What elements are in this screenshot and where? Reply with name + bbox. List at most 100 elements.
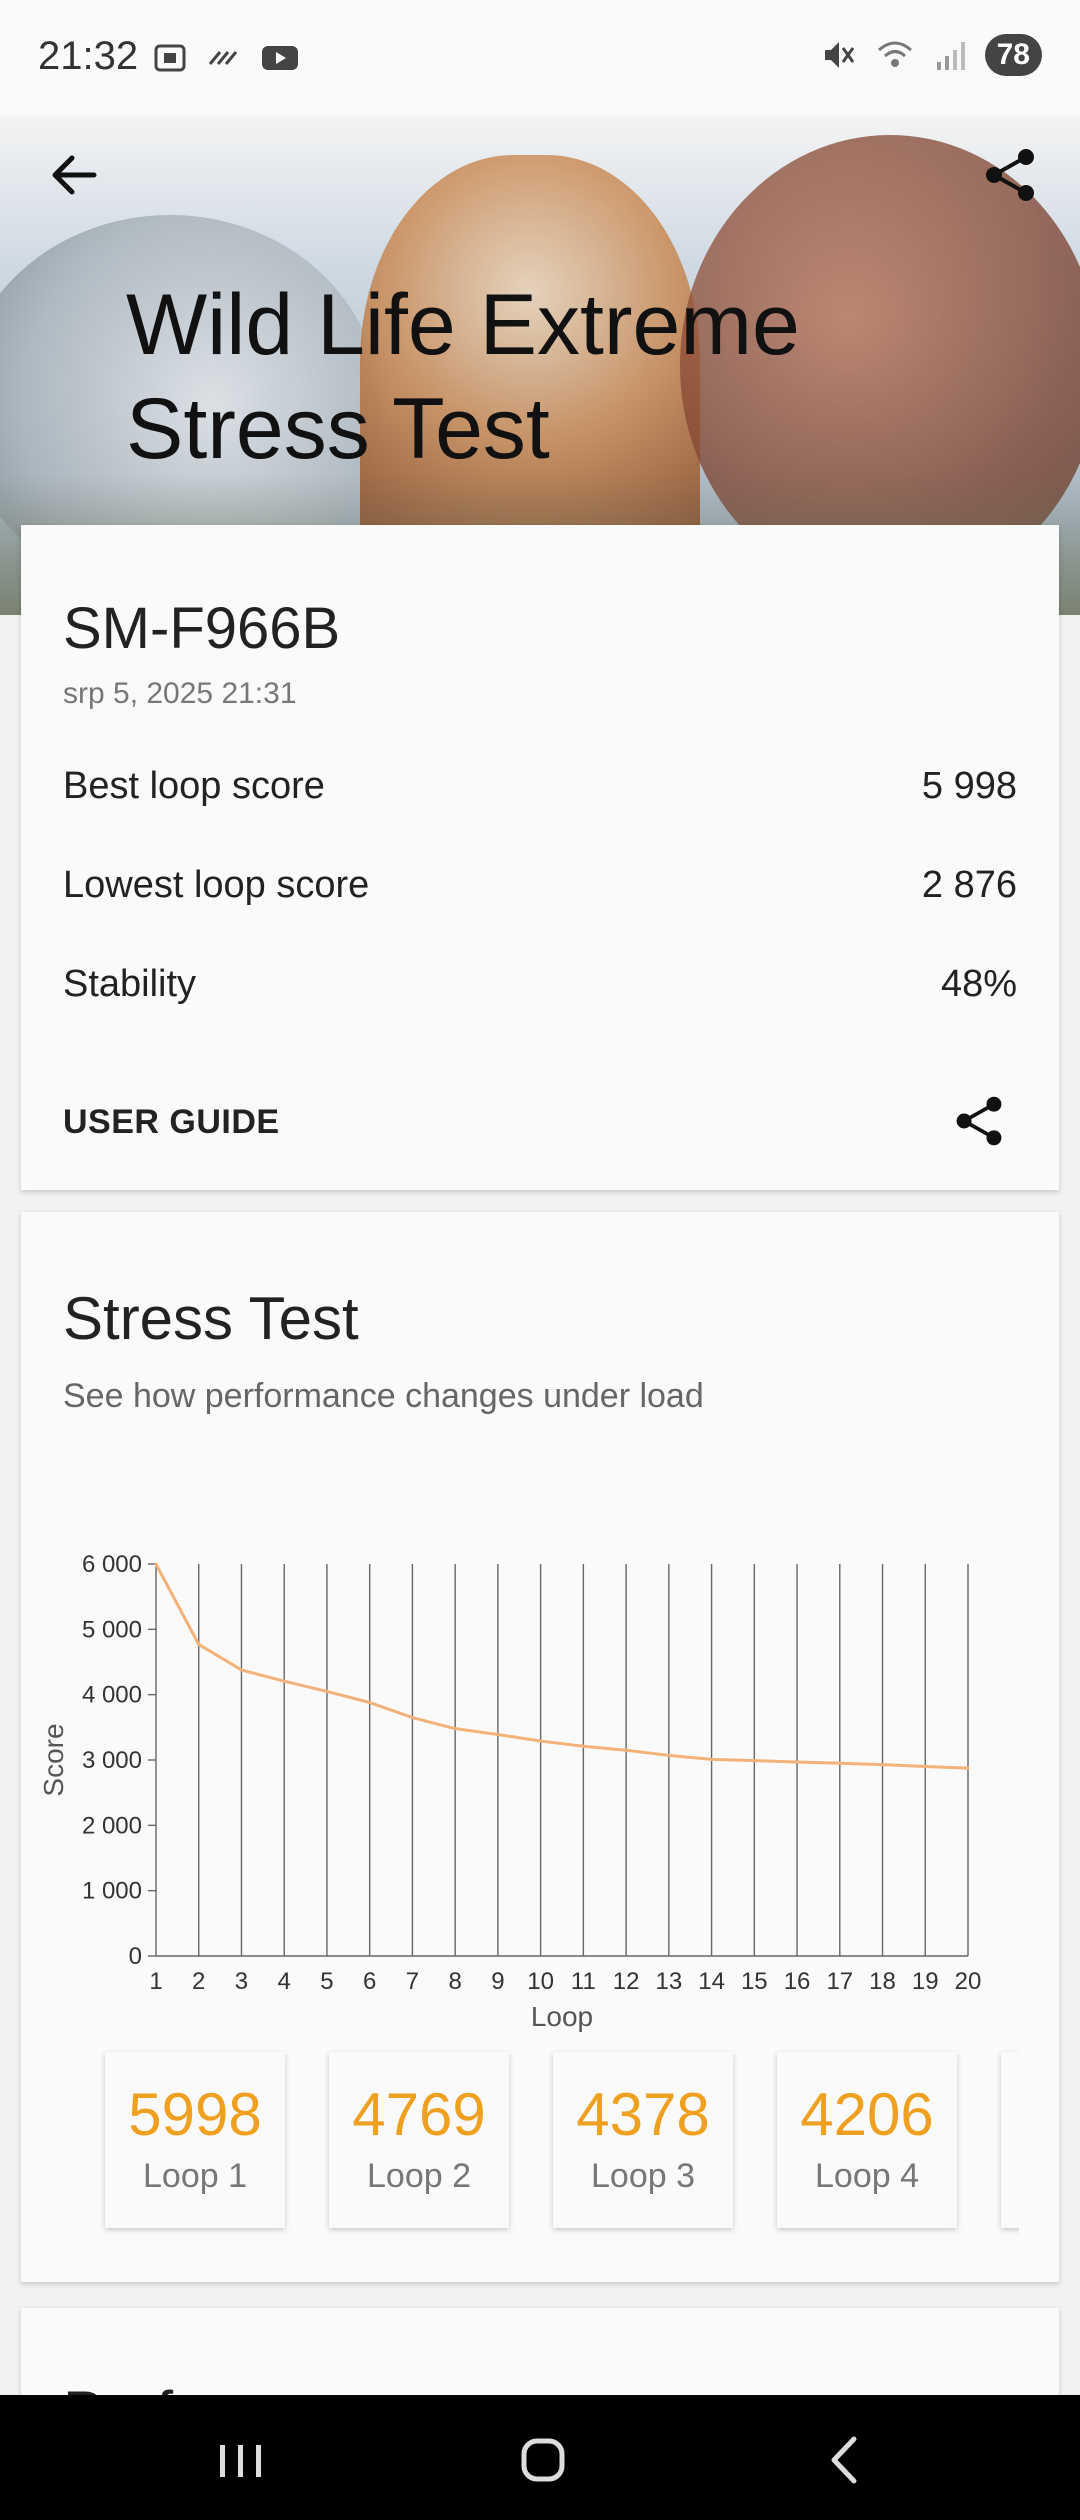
data-point [752, 1759, 756, 1763]
stress-test-subtitle: See how performance changes under load [63, 1377, 704, 1415]
loop-score-value: 4378 [576, 2081, 710, 2148]
share-icon[interactable] [980, 145, 1040, 205]
loop-score-card[interactable]: 4769 Loop 2 [329, 2052, 509, 2228]
loop-score-value: 4206 [800, 2081, 934, 2148]
y-tick-label: 0 [129, 1943, 142, 1970]
score-line [154, 1563, 969, 1770]
x-tick-label: 13 [655, 1968, 682, 1995]
x-tick-label: 9 [491, 1968, 504, 1995]
stability-row: Stability 48% [63, 963, 1017, 1006]
mute-icon [824, 42, 854, 68]
x-tick-label: 1 [149, 1968, 162, 1995]
loop-label: Loop 3 [591, 2157, 695, 2195]
y-tick-label: 6 000 [82, 1551, 142, 1578]
data-point [496, 1733, 500, 1737]
stress-test-card: Stress Test See how performance changes … [21, 1212, 1059, 2282]
data-point [154, 1562, 158, 1566]
status-system-icons: 78 [819, 34, 1042, 76]
result-summary-card: SM-F966B srp 5, 2025 21:31 Best loop sco… [21, 525, 1059, 1190]
best-loop-label: Best loop score [63, 765, 325, 807]
loop-score-card[interactable]: 4 [1001, 2052, 1019, 2228]
loop-score-value: 5998 [128, 2081, 262, 2148]
back-nav-icon[interactable] [810, 2425, 880, 2495]
loop-score-value: 4 [1001, 2080, 1019, 2149]
x-tick-label: 4 [278, 1968, 291, 1995]
data-point [881, 1763, 885, 1767]
stability-value: 48% [940, 963, 1017, 1005]
loop-label: Loop 4 [815, 2157, 919, 2195]
data-point [325, 1689, 329, 1693]
status-time: 21:32 [38, 34, 139, 78]
share-icon[interactable] [951, 1093, 1007, 1149]
loop-score-card[interactable]: 5998 Loop 1 [105, 2052, 285, 2228]
data-point [239, 1668, 243, 1672]
y-tick-label: 3 000 [82, 1747, 142, 1774]
data-point [453, 1727, 457, 1731]
x-tick-label: 17 [826, 1968, 853, 1995]
y-axis-label: Score [38, 1723, 69, 1796]
page-title: Wild Life Extreme Stress Test [126, 277, 800, 477]
data-point [710, 1757, 714, 1761]
data-point [667, 1753, 671, 1757]
x-tick-label: 10 [527, 1968, 554, 1995]
x-tick-label: 16 [784, 1968, 811, 1995]
best-loop-value: 5 998 [921, 765, 1017, 807]
loop-label: Loop 1 [143, 2157, 247, 2195]
data-point [966, 1766, 970, 1770]
data-point [282, 1679, 286, 1683]
x-tick-label: 14 [698, 1968, 725, 1995]
wifi-icon [877, 41, 912, 67]
x-axis-label: Loop [531, 2001, 593, 2032]
lowest-loop-value: 2 876 [921, 864, 1017, 906]
screenshot-icon [154, 44, 186, 72]
data-point [795, 1760, 799, 1764]
cell-signal-icon [936, 42, 965, 70]
x-tick-label: 18 [869, 1968, 896, 1995]
x-tick-label: 19 [912, 1968, 939, 1995]
data-point [624, 1748, 628, 1752]
x-tick-label: 12 [613, 1968, 640, 1995]
x-tick-label: 5 [320, 1968, 333, 1995]
data-point [368, 1701, 372, 1705]
lowest-loop-label: Lowest loop score [63, 864, 370, 906]
loop-score-card[interactable]: 4206 Loop 4 [777, 2052, 957, 2228]
data-point [838, 1761, 842, 1765]
loop-score-card[interactable]: 4378 Loop 3 [553, 2052, 733, 2228]
y-tick-label: 5 000 [82, 1616, 142, 1643]
stability-label: Stability [63, 963, 197, 1005]
best-loop-row: Best loop score 5 998 [63, 765, 1017, 808]
lowest-loop-row: Lowest loop score 2 876 [63, 864, 1017, 907]
x-tick-label: 11 [571, 1968, 596, 1995]
home-icon[interactable] [508, 2425, 578, 2495]
x-tick-label: 20 [955, 1968, 982, 1995]
loop-scores-strip[interactable]: 5998 Loop 1 4769 Loop 2 4378 Loop 3 4206 Loop 4… [63, 2042, 1019, 2242]
status-bar: 21:32 78 [0, 0, 1080, 115]
x-tick-label: 15 [741, 1968, 768, 1995]
data-point [197, 1642, 201, 1646]
status-notification-icons [152, 40, 300, 76]
data-point [539, 1739, 543, 1743]
signal-slash-icon [208, 51, 238, 65]
navigation-bar [0, 2395, 1080, 2520]
y-tick-label: 2 000 [82, 1812, 142, 1839]
x-tick-label: 2 [192, 1968, 205, 1995]
y-tick-label: 1 000 [82, 1878, 142, 1905]
recents-icon[interactable] [206, 2425, 276, 2495]
x-tick-label: 8 [448, 1968, 461, 1995]
loop-label: Loop 2 [367, 2157, 471, 2195]
y-tick-label: 4 000 [82, 1682, 142, 1709]
data-point [923, 1765, 927, 1769]
data-point [581, 1744, 585, 1748]
back-arrow-icon[interactable] [44, 145, 104, 205]
x-tick-label: 7 [406, 1968, 419, 1995]
device-name: SM-F966B [63, 596, 341, 661]
result-date: srp 5, 2025 21:31 [63, 677, 297, 710]
battery-indicator: 78 [984, 34, 1042, 76]
youtube-icon [262, 46, 298, 70]
loop-score-value: 4769 [352, 2081, 486, 2148]
x-tick-label: 6 [363, 1968, 376, 1995]
user-guide-button[interactable]: USER GUIDE [63, 1103, 280, 1142]
stress-test-chart: 1 2 3 4 5 6 7 8 9 10 11 12 13 14 15 16 17 18 19 2001 0002 0… [38, 1551, 982, 2032]
x-tick-label: 3 [235, 1968, 248, 1995]
data-point [410, 1716, 414, 1720]
